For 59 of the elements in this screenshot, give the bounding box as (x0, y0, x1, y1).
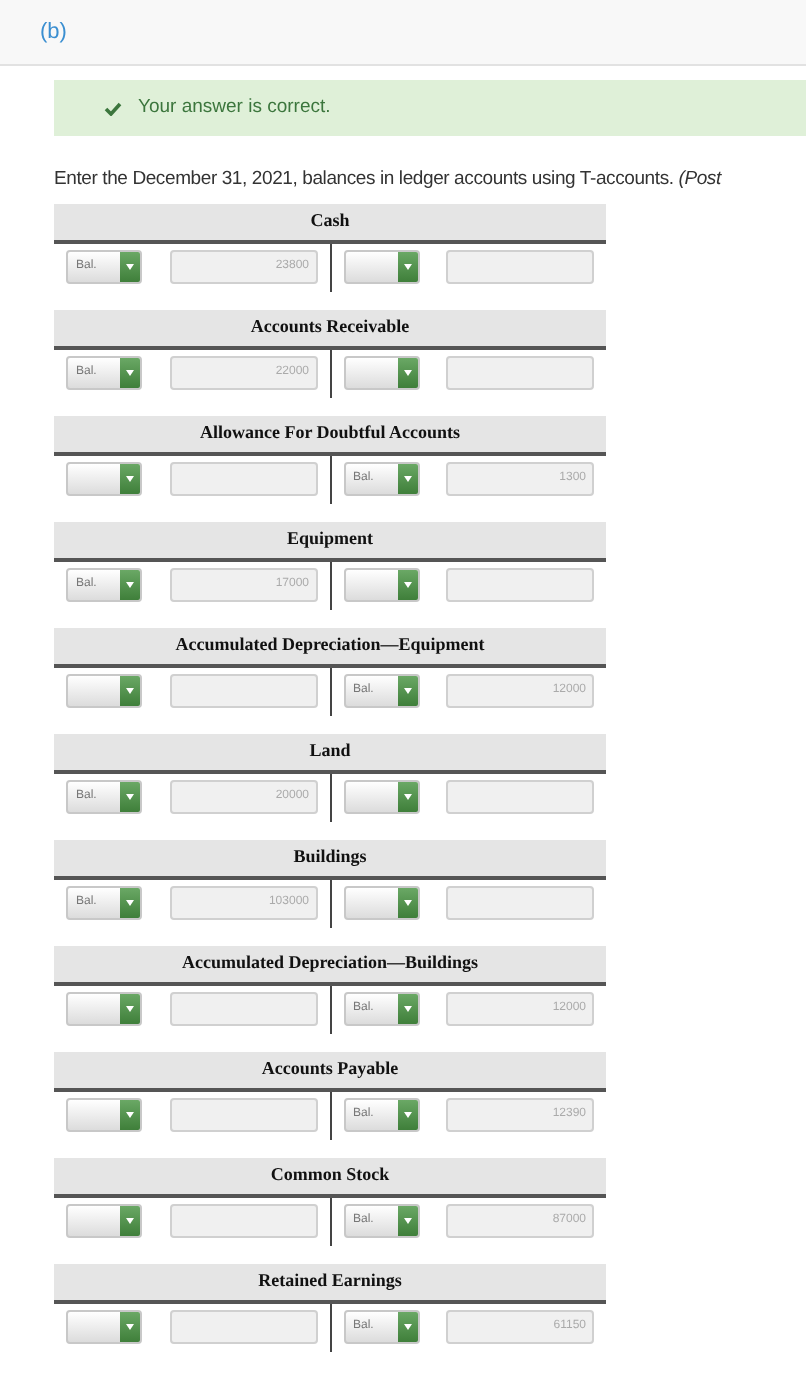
entry-dropdown[interactable] (66, 1098, 142, 1132)
feedback-text: Your answer is correct. (138, 93, 331, 122)
account-title: Land (54, 734, 606, 774)
dropdown-caret-icon (397, 1312, 417, 1342)
account-title: Accounts Receivable (54, 310, 606, 350)
instruction-text: Enter the December 31, 2021, balances in ledger accounts using T-accounts. (Post (54, 168, 721, 190)
account-title: Common Stock (54, 1158, 606, 1198)
dropdown-caret-icon (397, 570, 417, 600)
dropdown-caret-icon (397, 888, 417, 918)
account-title: Allowance For Doubtful Accounts (54, 416, 606, 456)
dropdown-caret-icon (397, 1206, 417, 1236)
dropdown-caret-icon (397, 464, 417, 494)
amount-field[interactable] (446, 356, 594, 390)
amount-field[interactable] (169, 1310, 317, 1344)
check-icon (104, 101, 122, 115)
dropdown-caret-icon (120, 782, 140, 812)
account-title: Cash (54, 204, 606, 244)
entry-dropdown[interactable] (66, 992, 142, 1026)
dropdown-caret-icon (120, 1206, 140, 1236)
dropdown-caret-icon (397, 1100, 417, 1130)
entry-dropdown[interactable] (343, 780, 419, 814)
entry-dropdown[interactable] (343, 886, 419, 920)
amount-field[interactable] (446, 780, 594, 814)
account-title: Accounts Payable (54, 1052, 606, 1092)
account-title: Accumulated Depreciation—Equipment (54, 628, 606, 668)
dropdown-caret-icon (120, 676, 140, 706)
amount-field[interactable] (169, 1098, 317, 1132)
dropdown-caret-icon (120, 888, 140, 918)
dropdown-caret-icon (120, 994, 140, 1024)
account-title: Equipment (54, 522, 606, 562)
dropdown-caret-icon (120, 358, 140, 388)
entry-dropdown[interactable] (343, 250, 419, 284)
dropdown-caret-icon (397, 252, 417, 282)
amount-field[interactable] (446, 250, 594, 284)
dropdown-caret-icon (397, 358, 417, 388)
amount-field[interactable] (169, 462, 317, 496)
entry-dropdown[interactable] (343, 568, 419, 602)
entry-dropdown[interactable] (66, 1204, 142, 1238)
account-title: Retained Earnings (54, 1264, 606, 1304)
dropdown-caret-icon (120, 570, 140, 600)
amount-field[interactable] (169, 992, 317, 1026)
account-title: Accumulated Depreciation—Buildings (54, 946, 606, 986)
amount-field[interactable] (446, 568, 594, 602)
entry-dropdown[interactable] (66, 674, 142, 708)
dropdown-caret-icon (120, 1312, 140, 1342)
dropdown-caret-icon (120, 1100, 140, 1130)
dropdown-caret-icon (120, 464, 140, 494)
entry-dropdown[interactable] (66, 1310, 142, 1344)
entry-dropdown[interactable] (343, 356, 419, 390)
amount-field[interactable] (446, 886, 594, 920)
part-label: (b) (40, 17, 67, 48)
dropdown-caret-icon (120, 252, 140, 282)
amount-field[interactable] (169, 1204, 317, 1238)
dropdown-caret-icon (397, 782, 417, 812)
dropdown-caret-icon (397, 994, 417, 1024)
entry-dropdown[interactable] (66, 462, 142, 496)
account-title: Buildings (54, 840, 606, 880)
amount-field[interactable] (169, 674, 317, 708)
dropdown-caret-icon (397, 676, 417, 706)
